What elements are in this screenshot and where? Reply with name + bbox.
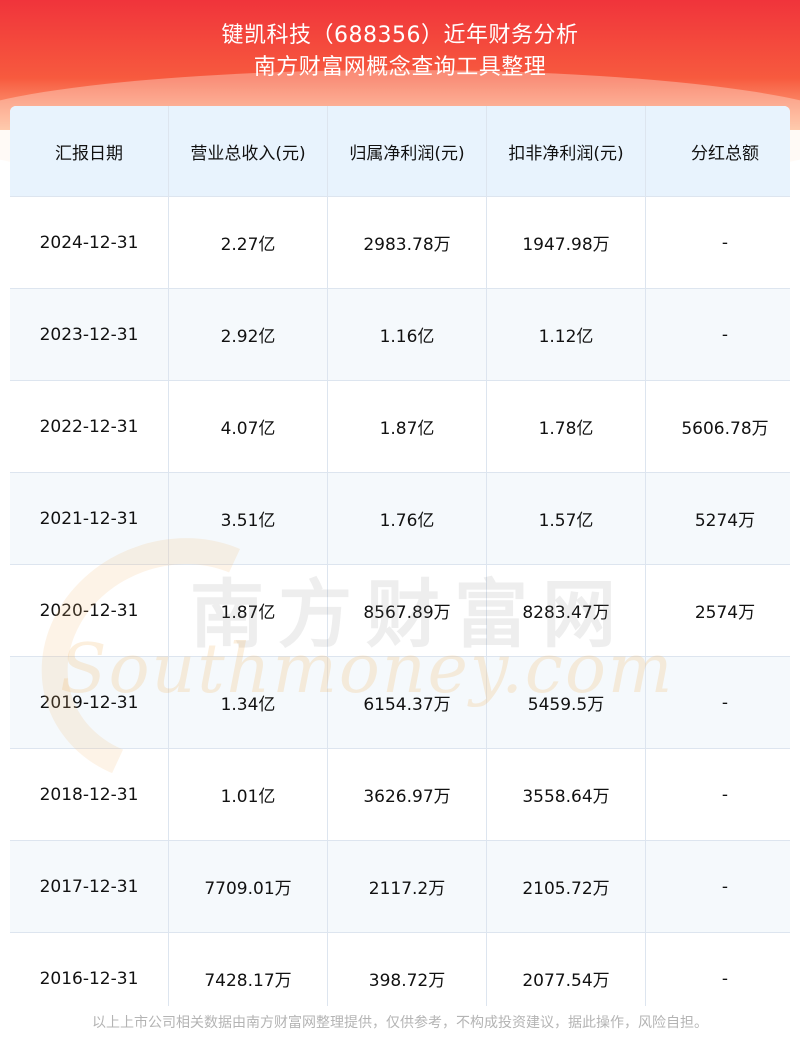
- cell-date: 2023-12-31: [10, 288, 169, 381]
- cell-revenue: 2.27亿: [168, 196, 328, 289]
- title-line-2: 南方财富网概念查询工具整理: [253, 55, 547, 80]
- table-row: 2023-12-31 2.92亿 1.16亿 1.12亿 -: [10, 288, 790, 381]
- cell-net-profit: 3626.97万: [327, 748, 487, 841]
- cell-deducted-profit: 3558.64万: [486, 748, 646, 841]
- cell-date: 2019-12-31: [10, 656, 169, 749]
- cell-date: 2016-12-31: [10, 932, 169, 1006]
- cell-net-profit: 6154.37万: [327, 656, 487, 749]
- column-header-dividend: 分红总额: [645, 106, 790, 197]
- cell-date: 2018-12-31: [10, 748, 169, 841]
- cell-dividend: -: [645, 656, 790, 749]
- cell-net-profit: 1.87亿: [327, 380, 487, 473]
- table-row: 2018-12-31 1.01亿 3626.97万 3558.64万 -: [10, 748, 790, 841]
- table-row: 2017-12-31 7709.01万 2117.2万 2105.72万 -: [10, 840, 790, 933]
- cell-deducted-profit: 1.12亿: [486, 288, 646, 381]
- cell-deducted-profit: 8283.47万: [486, 564, 646, 657]
- cell-date: 2022-12-31: [10, 380, 169, 473]
- table-row: 2021-12-31 3.51亿 1.76亿 1.57亿 5274万: [10, 472, 790, 565]
- column-header-deducted-profit: 扣非净利润(元): [486, 106, 646, 197]
- table-header-row: 汇报日期 营业总收入(元) 归属净利润(元) 扣非净利润(元) 分红总额: [10, 106, 790, 197]
- cell-deducted-profit: 1.78亿: [486, 380, 646, 473]
- cell-revenue: 1.01亿: [168, 748, 328, 841]
- cell-net-profit: 398.72万: [327, 932, 487, 1006]
- table-row: 2024-12-31 2.27亿 2983.78万 1947.98万 -: [10, 196, 790, 289]
- cell-revenue: 4.07亿: [168, 380, 328, 473]
- cell-revenue: 1.34亿: [168, 656, 328, 749]
- cell-revenue: 1.87亿: [168, 564, 328, 657]
- cell-date: 2021-12-31: [10, 472, 169, 565]
- cell-dividend: -: [645, 840, 790, 933]
- financial-table: 汇报日期 营业总收入(元) 归属净利润(元) 扣非净利润(元) 分红总额 202…: [10, 106, 790, 1006]
- cell-date: 2024-12-31: [10, 196, 169, 289]
- cell-revenue: 7428.17万: [168, 932, 328, 1006]
- table-row: 2019-12-31 1.34亿 6154.37万 5459.5万 -: [10, 656, 790, 749]
- cell-revenue: 3.51亿: [168, 472, 328, 565]
- cell-revenue: 2.92亿: [168, 288, 328, 381]
- column-header-net-profit: 归属净利润(元): [327, 106, 487, 197]
- cell-dividend: -: [645, 288, 790, 381]
- cell-dividend: 5606.78万: [645, 380, 790, 473]
- cell-deducted-profit: 1.57亿: [486, 472, 646, 565]
- table-row: 2016-12-31 7428.17万 398.72万 2077.54万 -: [10, 932, 790, 1006]
- cell-net-profit: 2983.78万: [327, 196, 487, 289]
- cell-net-profit: 2117.2万: [327, 840, 487, 933]
- cell-net-profit: 1.16亿: [327, 288, 487, 381]
- cell-dividend: -: [645, 932, 790, 1006]
- cell-net-profit: 8567.89万: [327, 564, 487, 657]
- cell-dividend: 2574万: [645, 564, 790, 657]
- cell-dividend: -: [645, 748, 790, 841]
- cell-revenue: 7709.01万: [168, 840, 328, 933]
- financial-table-card: 汇报日期 营业总收入(元) 归属净利润(元) 扣非净利润(元) 分红总额 202…: [10, 106, 790, 1006]
- column-header-date: 汇报日期: [10, 106, 169, 197]
- title-line-1: 键凯科技（688356）近年财务分析: [221, 23, 579, 48]
- cell-dividend: 5274万: [645, 472, 790, 565]
- table-row: 2020-12-31 1.87亿 8567.89万 8283.47万 2574万: [10, 564, 790, 657]
- cell-deducted-profit: 5459.5万: [486, 656, 646, 749]
- footer-disclaimer: 以上上市公司相关数据由南方财富网整理提供，仅供参考，不构成投资建议，据此操作，风…: [92, 1015, 708, 1031]
- cell-deducted-profit: 2105.72万: [486, 840, 646, 933]
- page-title: 键凯科技（688356）近年财务分析 南方财富网概念查询工具整理: [0, 20, 800, 84]
- cell-net-profit: 1.76亿: [327, 472, 487, 565]
- cell-deducted-profit: 2077.54万: [486, 932, 646, 1006]
- column-header-revenue: 营业总收入(元): [168, 106, 328, 197]
- table-row: 2022-12-31 4.07亿 1.87亿 1.78亿 5606.78万: [10, 380, 790, 473]
- cell-deducted-profit: 1947.98万: [486, 196, 646, 289]
- cell-date: 2017-12-31: [10, 840, 169, 933]
- cell-dividend: -: [645, 196, 790, 289]
- cell-date: 2020-12-31: [10, 564, 169, 657]
